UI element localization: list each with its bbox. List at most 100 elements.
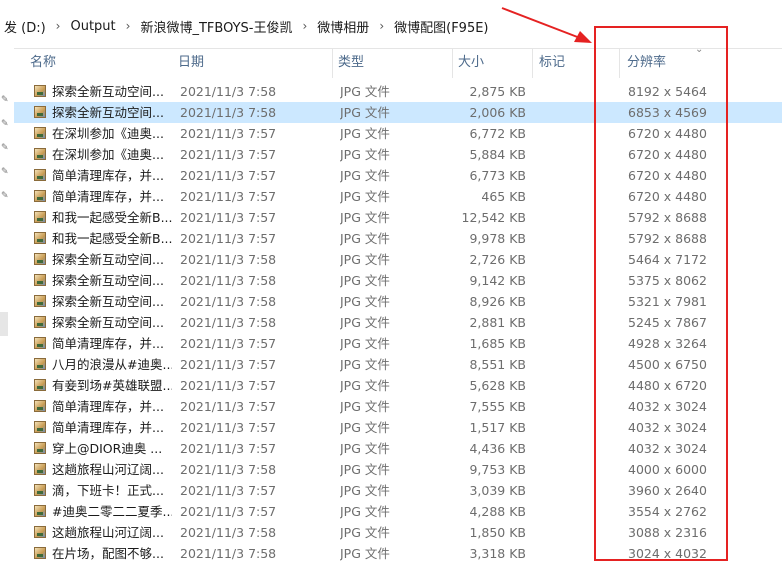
file-row[interactable]: 八月的浪漫从#迪奥... 2021/11/3 7:57 JPG 文件 8,551 KB… [14, 354, 782, 375]
file-resolution: 5321 x 7981 [628, 294, 707, 309]
file-resolution: 4480 x 6720 [628, 378, 707, 393]
file-row[interactable]: 在深圳参加《迪奥... 2021/11/3 7:57 JPG 文件 6,772 KB 6… [14, 123, 782, 144]
file-row[interactable]: 在深圳参加《迪奥... 2021/11/3 7:57 JPG 文件 5,884 KB 6… [14, 144, 782, 165]
pin-icon[interactable]: ✎ [1, 144, 9, 153]
file-name: 简单清理库存，并... [52, 189, 164, 204]
file-type: JPG 文件 [340, 252, 390, 267]
jpg-image-file-icon [34, 295, 46, 307]
file-size: 6,772 KB [469, 126, 526, 141]
file-name: 简单清理库存，并... [52, 336, 164, 351]
file-row[interactable]: 和我一起感受全新B... 2021/11/3 7:57 JPG 文件 9,978 KB… [14, 228, 782, 249]
file-date: 2021/11/3 7:58 [180, 462, 277, 477]
file-type: JPG 文件 [340, 168, 390, 183]
file-size: 9,142 KB [469, 273, 526, 288]
file-row[interactable]: 这趟旅程山河辽阔... 2021/11/3 7:58 JPG 文件 1,850 KB 3… [14, 522, 782, 543]
address-bar[interactable]: 发 (D:) › Output › 新浪微博_TFBOYS-王俊凯 › 微博相册… [0, 0, 782, 49]
jpg-image-file-icon [34, 358, 46, 370]
file-date: 2021/11/3 7:58 [180, 546, 277, 561]
file-size: 8,551 KB [469, 357, 526, 372]
file-type: JPG 文件 [340, 189, 390, 204]
file-name: 简单清理库存，并... [52, 399, 164, 414]
file-row[interactable]: 滴，下班卡！正式... 2021/11/3 7:57 JPG 文件 3,039 KB 3… [14, 480, 782, 501]
file-size: 465 KB [481, 189, 526, 204]
file-row[interactable]: 探索全新互动空间... 2021/11/3 7:58 JPG 文件 8,926 KB 5… [14, 291, 782, 312]
file-name: 探索全新互动空间... [52, 273, 164, 288]
file-row[interactable]: #迪奥二零二二夏季... 2021/11/3 7:57 JPG 文件 4,288 KB… [14, 501, 782, 522]
file-name: #迪奥二零二二夏季... [52, 504, 172, 519]
file-date: 2021/11/3 7:57 [180, 357, 277, 372]
file-resolution: 4000 x 6000 [628, 462, 707, 477]
file-name: 有妾到场#英雄联盟... [52, 378, 172, 393]
file-row[interactable]: 探索全新互动空间... 2021/11/3 7:58 JPG 文件 2,875 KB 8… [14, 81, 782, 102]
breadcrumb: 发 (D:) › Output › 新浪微博_TFBOYS-王俊凯 › 微博相册… [0, 16, 493, 36]
file-row[interactable]: 这趟旅程山河辽阔... 2021/11/3 7:58 JPG 文件 9,753 KB 4… [14, 459, 782, 480]
pin-icon[interactable]: ✎ [1, 168, 9, 177]
file-size: 5,628 KB [469, 378, 526, 393]
chevron-right-icon[interactable]: › [296, 19, 313, 33]
file-row[interactable]: 简单清理库存，并... 2021/11/3 7:57 JPG 文件 465 KB 672… [14, 186, 782, 207]
file-resolution: 4500 x 6750 [628, 357, 707, 372]
file-row[interactable]: 和我一起感受全新B... 2021/11/3 7:57 JPG 文件 12,542 K… [14, 207, 782, 228]
jpg-image-file-icon [34, 505, 46, 517]
file-type: JPG 文件 [340, 147, 390, 162]
nav-pane-selection[interactable] [0, 312, 8, 336]
jpg-image-file-icon [34, 547, 46, 559]
jpg-image-file-icon [34, 484, 46, 496]
file-row[interactable]: 探索全新互动空间... 2021/11/3 7:58 JPG 文件 2,006 KB 6… [14, 102, 782, 123]
file-row[interactable]: 简单清理库存，并... 2021/11/3 7:57 JPG 文件 1,517 KB 4… [14, 417, 782, 438]
column-header-type[interactable]: 类型 [338, 48, 453, 78]
chevron-right-icon[interactable]: › [50, 19, 67, 33]
file-row[interactable]: 有妾到场#英雄联盟... 2021/11/3 7:57 JPG 文件 5,628 KB… [14, 375, 782, 396]
file-name: 简单清理库存，并... [52, 168, 164, 183]
file-row[interactable]: 简单清理库存，并... 2021/11/3 7:57 JPG 文件 7,555 KB 4… [14, 396, 782, 417]
file-name: 滴，下班卡！正式... [52, 483, 164, 498]
file-type: JPG 文件 [340, 210, 390, 225]
file-row[interactable]: 探索全新互动空间... 2021/11/3 7:58 JPG 文件 2,881 KB 5… [14, 312, 782, 333]
pin-icon[interactable]: ✎ [1, 192, 9, 201]
chevron-down-icon[interactable]: ⌄ [695, 44, 703, 55]
jpg-image-file-icon [34, 400, 46, 412]
jpg-image-file-icon [34, 253, 46, 265]
file-size: 6,773 KB [469, 168, 526, 183]
breadcrumb-album[interactable]: 微博相册 [313, 17, 373, 36]
file-resolution: 4032 x 3024 [628, 441, 707, 456]
file-size: 5,884 KB [469, 147, 526, 162]
file-resolution: 3024 x 4032 [628, 546, 707, 561]
jpg-image-file-icon [34, 190, 46, 202]
column-header-size[interactable]: 大小 [458, 48, 533, 78]
breadcrumb-current-folder[interactable]: 微博配图(F95E) [390, 17, 492, 36]
file-list: 探索全新互动空间... 2021/11/3 7:58 JPG 文件 2,875 KB 8… [14, 81, 782, 564]
file-row[interactable]: 穿上@DIOR迪奥 ... 2021/11/3 7:57 JPG 文件 4,436 K… [14, 438, 782, 459]
file-date: 2021/11/3 7:58 [180, 84, 277, 99]
file-name: 和我一起感受全新B... [52, 210, 172, 225]
column-header-date[interactable]: 日期 [178, 48, 333, 78]
file-type: JPG 文件 [340, 483, 390, 498]
jpg-image-file-icon [34, 169, 46, 181]
file-size: 1,517 KB [469, 420, 526, 435]
breadcrumb-weibo[interactable]: 新浪微博_TFBOYS-王俊凯 [136, 17, 296, 36]
file-date: 2021/11/3 7:57 [180, 399, 277, 414]
jpg-image-file-icon [34, 442, 46, 454]
file-size: 9,753 KB [469, 462, 526, 477]
file-type: JPG 文件 [340, 84, 390, 99]
chevron-right-icon[interactable]: › [373, 19, 390, 33]
file-row[interactable]: 在片场，配图不够... 2021/11/3 7:58 JPG 文件 3,318 KB 3… [14, 543, 782, 564]
pin-icon[interactable]: ✎ [1, 96, 9, 105]
file-row[interactable]: 探索全新互动空间... 2021/11/3 7:58 JPG 文件 9,142 KB 5… [14, 270, 782, 291]
file-row[interactable]: 简单清理库存，并... 2021/11/3 7:57 JPG 文件 1,685 KB 4… [14, 333, 782, 354]
file-name: 在深圳参加《迪奥... [52, 147, 164, 162]
pin-icon[interactable]: ✎ [1, 120, 9, 129]
jpg-image-file-icon [34, 85, 46, 97]
file-size: 12,542 KB [461, 210, 526, 225]
file-row[interactable]: 简单清理库存，并... 2021/11/3 7:57 JPG 文件 6,773 KB 6… [14, 165, 782, 186]
navigation-pane: ✎ ✎ ✎ ✎ ✎ [0, 48, 14, 565]
file-row[interactable]: 探索全新互动空间... 2021/11/3 7:58 JPG 文件 2,726 KB 5… [14, 249, 782, 270]
jpg-image-file-icon [34, 148, 46, 160]
file-date: 2021/11/3 7:57 [180, 483, 277, 498]
column-header-tag[interactable]: 标记 [539, 48, 620, 78]
chevron-right-icon[interactable]: › [120, 19, 137, 33]
breadcrumb-output[interactable]: Output [66, 19, 119, 34]
breadcrumb-drive[interactable]: 发 (D:) [0, 17, 50, 36]
file-date: 2021/11/3 7:57 [180, 210, 277, 225]
file-name: 这趟旅程山河辽阔... [52, 462, 164, 477]
